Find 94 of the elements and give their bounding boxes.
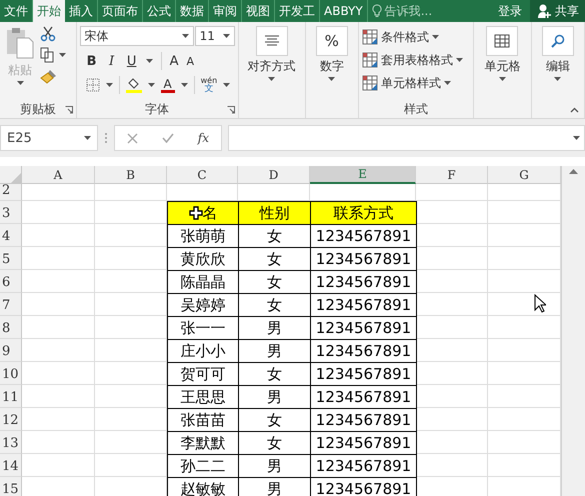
table-style-icon [362,29,378,45]
caret-icon [328,77,336,81]
table-style-icon [362,52,378,68]
name-box[interactable]: E25 [0,125,98,151]
font-color-button[interactable]: A [160,78,175,92]
caret-icon [222,34,230,38]
group-label: 样式 [404,100,428,118]
tell-me-field[interactable]: 告诉我... [368,0,436,22]
search-icon [550,34,565,48]
column-header[interactable]: G [488,166,561,184]
paintbrush-icon[interactable] [40,68,58,84]
fill-color-icon[interactable] [126,77,142,93]
cross-cursor-icon [188,206,202,220]
scissors-icon[interactable] [40,26,56,42]
caret-icon [456,58,463,62]
font-size-dropdown[interactable]: 11 [194,26,235,46]
grid-icon [494,34,510,48]
copy-icon[interactable] [40,47,55,63]
mouse-pointer-icon [534,294,546,313]
italic-button[interactable]: I [106,54,118,68]
row-header[interactable]: 4 [0,224,22,247]
dialog-launcher-icon[interactable] [64,106,73,114]
caret-icon [223,83,230,87]
row-header[interactable]: 15 [0,477,22,496]
caret-icon [554,77,562,81]
caret-icon [146,59,153,63]
styles-menu-button[interactable]: 套用表格格式 [362,49,470,71]
row-header[interactable]: 6 [0,270,22,293]
grow-font-button[interactable]: A [170,54,179,68]
underline-button[interactable]: U [126,54,138,68]
dialog-launcher-icon[interactable] [226,106,235,114]
row-header[interactable]: 12 [0,408,22,431]
styles-menu-button[interactable]: 单元格样式 [362,72,470,94]
cells-button[interactable]: 单元格 [482,24,522,100]
column-header[interactable]: C [167,166,238,184]
caret-icon [268,77,276,81]
column-header[interactable]: A [22,166,95,184]
caret-icon [432,35,439,39]
row-header[interactable]: 5 [0,247,22,270]
sign-in-link[interactable]: 登录 [494,0,530,22]
font-name-dropdown[interactable]: 宋体 [80,26,194,46]
row-header[interactable]: 8 [0,316,22,339]
caret-icon [16,81,24,85]
row-header[interactable]: 14 [0,454,22,477]
column-header[interactable]: D [238,166,310,184]
editing-button[interactable]: 编辑 [540,24,576,100]
caret-icon [498,77,506,81]
borders-icon[interactable] [86,78,100,92]
caret-icon [182,34,189,38]
expand-caret-icon [573,136,580,140]
empty-cell [416,184,488,201]
alignment-button[interactable]: 对齐方式 [246,24,298,100]
number-button[interactable]: % 数字 [314,24,350,100]
column-header[interactable]: B [95,166,167,184]
phonetic-guide-button[interactable]: wén 文 [200,76,218,94]
caret-icon [444,81,451,85]
bold-button[interactable]: B [86,54,98,68]
close-icon[interactable] [126,132,138,144]
clipboard-icon [5,26,35,60]
group-label: 剪贴板 [20,100,56,118]
caret-icon [59,53,66,57]
table-header-cell: 联系方式 [310,201,417,225]
caret-icon [148,83,155,87]
person-add-icon [536,3,552,19]
row-header[interactable]: 13 [0,431,22,454]
row-header[interactable]: 9 [0,339,22,362]
formula-input[interactable] [228,125,585,151]
styles-menu-button[interactable]: 条件格式 [362,26,470,48]
column-header[interactable]: F [416,166,488,184]
share-button[interactable]: 共享 [530,0,585,22]
column-header[interactable]: E [310,166,416,184]
scroll-up-icon[interactable] [569,168,578,174]
row-header[interactable]: 11 [0,385,22,408]
row-header[interactable]: 3 [0,201,22,224]
empty-cell [95,184,167,201]
row-header[interactable]: 2 [0,184,22,201]
caret-icon [180,83,188,87]
row-header[interactable]: 10 [0,362,22,385]
align-lines-icon [264,35,280,47]
share-label: 共享 [555,2,579,20]
shrink-font-button[interactable]: A [186,54,194,68]
table-style-icon [362,75,378,91]
more-dots-icon [104,131,108,145]
header-text: 名 [202,204,218,222]
row-header[interactable]: 7 [0,293,22,316]
caret-icon [84,136,91,140]
lightbulb-icon [372,4,382,18]
checkmark-icon[interactable] [162,133,174,143]
collapse-ribbon-icon[interactable] [570,107,579,113]
ribbon-tab[interactable]: 开始 [33,0,65,22]
table-header-cell: 性别 [238,201,311,225]
insert-function-button[interactable]: fx [198,131,210,145]
caret-icon [106,83,113,87]
group-label: 字体 [145,100,170,118]
